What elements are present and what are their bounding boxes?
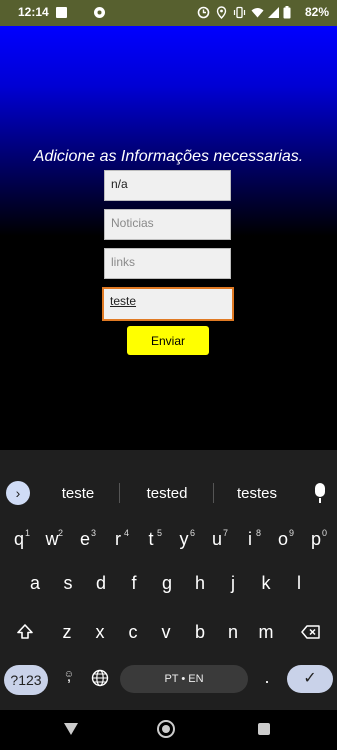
noticias-placeholder: Noticias	[111, 216, 154, 230]
key-y[interactable]: y6	[169, 522, 199, 558]
battery-icon	[283, 6, 291, 19]
battery-percent: 82%	[304, 5, 329, 19]
status-bar: 12:14 82%	[0, 0, 337, 26]
key-e[interactable]: e3	[70, 522, 100, 558]
suggestion-3[interactable]: testes	[217, 485, 297, 502]
comma-key[interactable]: ☺,	[54, 660, 84, 696]
symbols-key[interactable]: ?123	[4, 665, 48, 695]
language-key[interactable]	[85, 660, 115, 696]
links-input[interactable]: links	[104, 248, 231, 279]
field-1-input[interactable]: n/a	[104, 170, 231, 201]
key-w[interactable]: w2	[37, 522, 67, 558]
key-i[interactable]: i8	[235, 522, 265, 558]
backspace-key[interactable]	[296, 615, 326, 651]
period-key[interactable]: .	[252, 660, 282, 696]
key-x[interactable]: x	[85, 615, 115, 651]
key-h[interactable]: h	[185, 566, 215, 602]
wifi-icon	[251, 8, 264, 18]
notification-square-icon	[56, 7, 67, 18]
clock-icon	[197, 6, 210, 19]
key-l[interactable]: l	[284, 566, 314, 602]
send-button[interactable]: Enviar	[127, 326, 209, 355]
key-r[interactable]: r4	[103, 522, 133, 558]
key-v[interactable]: v	[151, 615, 181, 651]
key-z[interactable]: z	[52, 615, 82, 651]
key-c[interactable]: c	[118, 615, 148, 651]
backspace-icon	[301, 625, 320, 639]
key-s[interactable]: s	[53, 566, 83, 602]
chevron-right-icon[interactable]: ›	[6, 481, 30, 505]
page-title: Adicione as Informações necessarias.	[33, 148, 304, 165]
key-u[interactable]: u7	[202, 522, 232, 558]
globe-icon	[91, 669, 109, 687]
suggestion-divider	[213, 483, 214, 503]
key-g[interactable]: g	[152, 566, 182, 602]
links-placeholder: links	[111, 255, 136, 269]
key-k[interactable]: k	[251, 566, 281, 602]
suggestion-divider	[119, 483, 120, 503]
field-1-value: n/a	[111, 177, 128, 191]
field-4-input-focused[interactable]: teste	[102, 287, 234, 321]
key-f[interactable]: f	[119, 566, 149, 602]
vibrate-icon	[233, 6, 246, 19]
key-p[interactable]: p0	[301, 522, 331, 558]
keyboard-top	[0, 450, 337, 473]
key-d[interactable]: d	[86, 566, 116, 602]
suggestion-2[interactable]: tested	[127, 485, 207, 502]
signal-icon	[268, 7, 279, 18]
noticias-input[interactable]: Noticias	[104, 209, 231, 240]
key-b[interactable]: b	[185, 615, 215, 651]
shift-icon	[17, 624, 33, 639]
key-n[interactable]: n	[218, 615, 248, 651]
home-icon[interactable]	[157, 720, 175, 738]
emoji-icon: ☺	[63, 669, 74, 680]
key-t[interactable]: t5	[136, 522, 166, 558]
key-o[interactable]: o9	[268, 522, 298, 558]
key-m[interactable]: m	[251, 615, 281, 651]
radio-icon	[94, 7, 105, 18]
space-key[interactable]: PT • EN	[120, 665, 248, 693]
location-icon	[216, 6, 227, 19]
key-j[interactable]: j	[218, 566, 248, 602]
mic-icon[interactable]	[315, 483, 325, 503]
key-q[interactable]: q1	[4, 522, 34, 558]
field-4-value: teste	[110, 294, 137, 308]
shift-key[interactable]	[10, 615, 40, 651]
enter-key[interactable]: ✓	[287, 665, 333, 693]
recent-apps-icon[interactable]	[258, 723, 270, 735]
key-a[interactable]: a	[20, 566, 50, 602]
back-icon[interactable]	[64, 723, 78, 735]
suggestion-1[interactable]: teste	[38, 485, 118, 502]
app-content: Adicione as Informações necessarias. n/a…	[0, 26, 337, 450]
suggestion-bar: › teste tested testes	[0, 471, 337, 511]
status-time: 12:14	[18, 5, 49, 19]
